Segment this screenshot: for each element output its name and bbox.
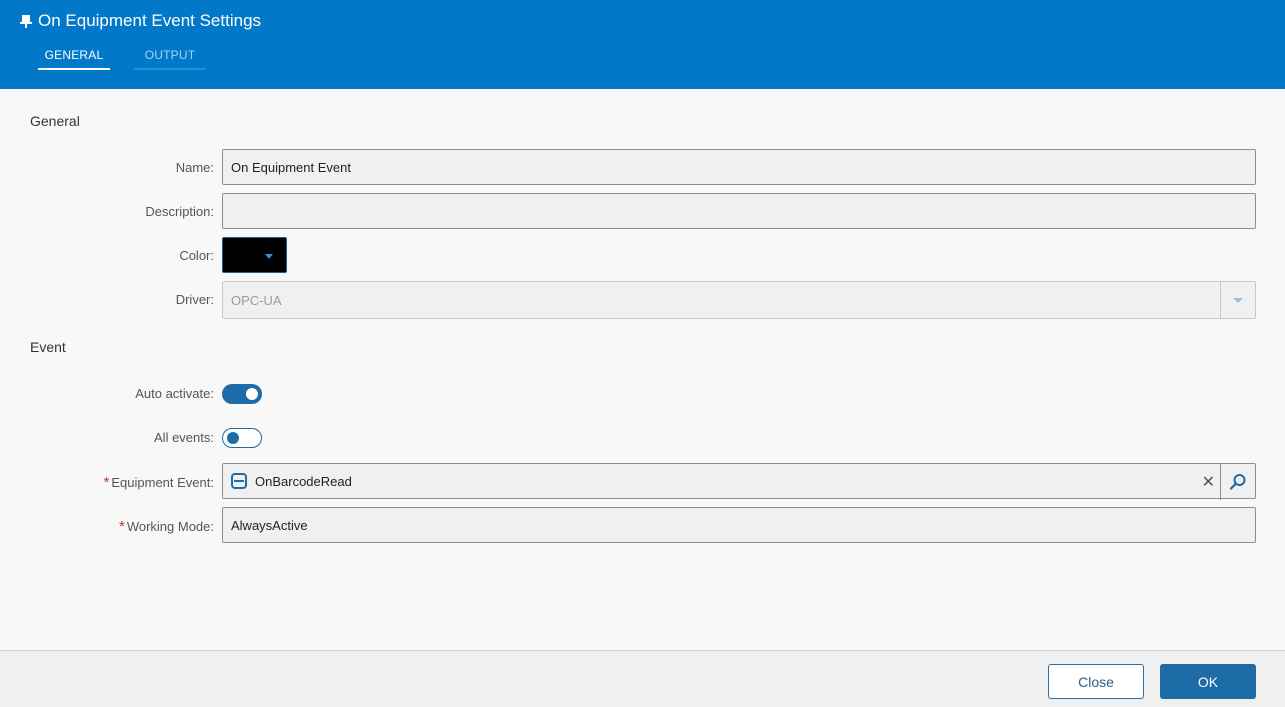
- section-title-event: Event: [30, 339, 66, 355]
- toggle-knob: [227, 432, 239, 444]
- pin-icon: [20, 14, 32, 28]
- all-events-label: All events:: [154, 430, 214, 445]
- working-mode-field[interactable]: AlwaysActive: [222, 507, 1256, 543]
- description-field[interactable]: [222, 193, 1256, 229]
- chevron-down-icon: [1233, 297, 1243, 303]
- close-button[interactable]: Close: [1048, 664, 1144, 699]
- equipment-event-label-text: Equipment Event:: [111, 475, 214, 490]
- dialog-title-row: On Equipment Event Settings: [20, 11, 261, 31]
- required-marker: *: [103, 474, 110, 491]
- tab-output[interactable]: OUTPUT: [134, 48, 206, 70]
- dialog-title: On Equipment Event Settings: [38, 11, 262, 30]
- all-events-toggle[interactable]: [222, 428, 262, 448]
- driver-select[interactable]: OPC-UA: [222, 281, 1256, 319]
- description-input[interactable]: [231, 203, 1247, 219]
- color-picker[interactable]: [222, 237, 287, 273]
- tab-general[interactable]: GENERAL: [38, 48, 110, 70]
- equipment-event-label: * Equipment Event:: [104, 474, 214, 491]
- chevron-down-icon: [265, 254, 273, 259]
- required-marker: *: [118, 518, 125, 535]
- close-icon[interactable]: ✕: [1202, 472, 1215, 492]
- working-mode-label: * Working Mode:: [119, 518, 214, 535]
- driver-label: Driver:: [175, 292, 214, 307]
- equipment-event-value: OnBarcodeRead: [255, 473, 352, 489]
- search-icon: [1229, 474, 1246, 490]
- equipment-event-field[interactable]: OnBarcodeRead ✕: [222, 463, 1256, 500]
- name-field[interactable]: [222, 149, 1256, 185]
- driver-value: OPC-UA: [231, 292, 282, 308]
- description-label: Description:: [145, 204, 214, 219]
- dialog-footer: Close OK: [0, 650, 1285, 707]
- name-input[interactable]: [231, 159, 1247, 175]
- section-title-general: General: [30, 113, 80, 129]
- color-label: Color:: [179, 248, 214, 263]
- toggle-knob: [246, 388, 258, 400]
- working-mode-label-text: Working Mode:: [126, 519, 214, 534]
- driver-dropdown-button[interactable]: [1220, 282, 1255, 318]
- working-mode-value: AlwaysActive: [231, 517, 308, 533]
- dialog-header: On Equipment Event Settings GENERAL OUTP…: [0, 0, 1285, 89]
- search-button[interactable]: [1220, 464, 1255, 500]
- event-icon: [231, 473, 247, 489]
- auto-activate-toggle[interactable]: [222, 384, 262, 404]
- name-label: Name:: [175, 160, 214, 175]
- ok-button[interactable]: OK: [1160, 664, 1256, 699]
- auto-activate-label: Auto activate:: [135, 386, 214, 401]
